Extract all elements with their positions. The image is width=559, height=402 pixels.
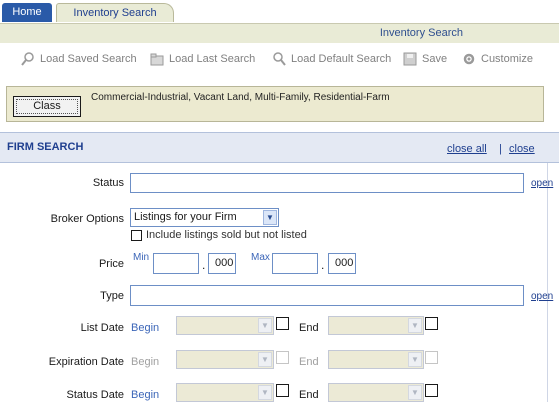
status-open-link[interactable]: open [531, 178, 553, 189]
broker-options-select[interactable]: Listings for your Firm ▼ [130, 208, 279, 227]
list-date-begin-label: Begin [131, 322, 160, 334]
max-decimal-point: . [321, 258, 325, 272]
class-button[interactable]: Class [13, 96, 81, 117]
type-open-link[interactable]: open [531, 291, 553, 302]
title-bar: Inventory Search [0, 23, 559, 43]
status-date-label: Status Date [66, 389, 124, 401]
load-saved-search-label: Load Saved Search [40, 53, 137, 65]
status-date-end-checkbox[interactable] [425, 384, 438, 397]
page-title: Inventory Search [379, 27, 463, 39]
customize-label: Customize [481, 53, 533, 65]
list-date-label: List Date [80, 322, 124, 334]
chevron-down-icon: ▼ [263, 210, 277, 225]
close-all-link[interactable]: close all [447, 143, 487, 155]
list-date-begin-checkbox[interactable] [276, 317, 289, 330]
panel-divider [547, 163, 548, 402]
expiration-end-checkbox[interactable] [425, 351, 438, 364]
status-date-begin-checkbox[interactable] [276, 384, 289, 397]
tab-inventory-search[interactable]: Inventory Search [56, 3, 174, 22]
link-separator: | [499, 143, 502, 155]
class-selection-text: Commercial-Industrial, Vacant Land, Mult… [91, 92, 390, 103]
list-date-begin-select[interactable]: ▼ [176, 316, 274, 335]
toolbar: Load Saved Search Load Last Search Load … [0, 44, 559, 74]
chevron-down-icon: ▼ [408, 385, 422, 400]
firm-search-title: FIRM SEARCH [7, 141, 84, 153]
list-date-end-checkbox[interactable] [425, 317, 438, 330]
expiration-begin-select[interactable]: ▼ [176, 350, 274, 369]
max-label: Max [251, 252, 270, 263]
expiration-end-label: End [299, 356, 319, 368]
status-date-end-label: End [299, 389, 319, 401]
type-input[interactable] [130, 285, 524, 306]
load-default-search-label: Load Default Search [291, 53, 392, 65]
price-label: Price [98, 258, 124, 270]
folder-icon [150, 52, 164, 66]
save-label: Save [422, 53, 448, 65]
expiration-date-label: Expiration Date [48, 356, 124, 368]
expiration-end-select[interactable]: ▼ [328, 350, 424, 369]
status-date-begin-label: Begin [131, 389, 160, 401]
save-button[interactable]: Save [403, 52, 447, 66]
min-decimal-point: . [202, 258, 206, 272]
status-label: Status [92, 177, 124, 189]
chevron-down-icon: ▼ [408, 318, 422, 333]
chevron-down-icon: ▼ [408, 352, 422, 367]
broker-options-value: Listings for your Firm [134, 211, 237, 223]
close-link[interactable]: close [509, 143, 535, 155]
price-min-cents-input[interactable]: 000 [208, 253, 236, 274]
min-label: Min [133, 252, 150, 263]
customize-button[interactable]: Customize [462, 52, 533, 66]
price-max-input[interactable] [272, 253, 318, 274]
gear-icon [462, 52, 476, 66]
expiration-begin-label: Begin [131, 356, 160, 368]
search-person-icon [21, 52, 35, 66]
load-default-search-button[interactable]: Load Default Search [272, 52, 391, 66]
status-input[interactable] [130, 173, 524, 193]
status-date-end-select[interactable]: ▼ [328, 383, 424, 402]
include-sold-checkbox[interactable] [131, 230, 142, 241]
include-sold-label: Include listings sold but not listed [146, 229, 307, 241]
type-label: Type [100, 290, 124, 302]
load-last-search-button[interactable]: Load Last Search [150, 52, 255, 66]
list-date-end-label: End [299, 322, 319, 334]
chevron-down-icon: ▼ [258, 318, 272, 333]
load-saved-search-button[interactable]: Load Saved Search [21, 52, 137, 66]
search-icon [272, 52, 286, 66]
chevron-down-icon: ▼ [258, 385, 272, 400]
price-max-cents-input[interactable]: 000 [328, 253, 356, 274]
expiration-begin-checkbox[interactable] [276, 351, 289, 364]
price-min-input[interactable] [153, 253, 199, 274]
status-date-begin-select[interactable]: ▼ [176, 383, 274, 402]
tab-home[interactable]: Home [2, 3, 52, 22]
list-date-end-select[interactable]: ▼ [328, 316, 424, 335]
floppy-disk-icon [403, 52, 417, 66]
broker-options-label: Broker Options [50, 213, 124, 225]
load-last-search-label: Load Last Search [169, 53, 256, 65]
chevron-down-icon: ▼ [258, 352, 272, 367]
